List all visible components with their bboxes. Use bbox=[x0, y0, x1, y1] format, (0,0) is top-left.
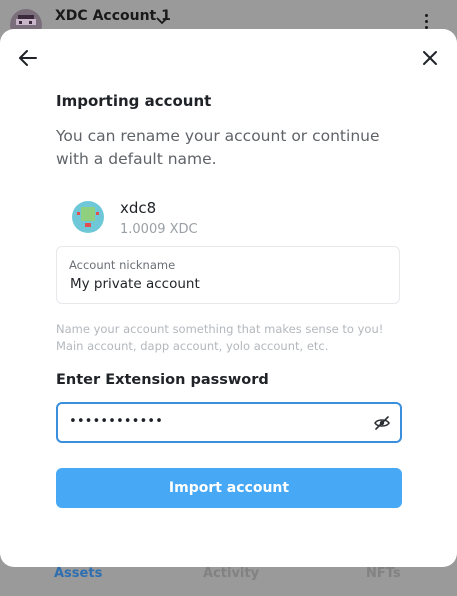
chevron-down-icon[interactable] bbox=[156, 14, 168, 28]
imported-account-name: xdc8 bbox=[120, 199, 157, 217]
close-icon bbox=[423, 51, 437, 65]
import-account-button[interactable]: Import account bbox=[56, 468, 402, 508]
back-button[interactable] bbox=[14, 44, 42, 72]
close-button[interactable] bbox=[416, 44, 444, 72]
page-title: Importing account bbox=[56, 92, 212, 110]
password-input[interactable] bbox=[69, 414, 359, 429]
imported-account-balance: 1.0009 XDC bbox=[120, 222, 198, 237]
account-selector-label[interactable]: XDC Account 1 bbox=[55, 8, 171, 24]
password-field[interactable] bbox=[56, 402, 402, 443]
import-account-modal: Importing account You can rename your ac… bbox=[0, 29, 457, 567]
nickname-label: Account nickname bbox=[69, 258, 176, 272]
password-label: Enter Extension password bbox=[56, 372, 269, 388]
tab-assets[interactable]: Assets bbox=[54, 566, 102, 581]
page-subtitle: You can rename your account or continue … bbox=[56, 127, 380, 168]
nickname-hint: Name your account something that makes s… bbox=[56, 322, 384, 353]
imported-account-avatar bbox=[72, 201, 104, 233]
nickname-input[interactable] bbox=[70, 276, 380, 292]
tab-nfts[interactable]: NFTs bbox=[366, 566, 401, 581]
nickname-field[interactable]: Account nickname bbox=[56, 246, 400, 304]
tab-activity[interactable]: Activity bbox=[203, 566, 259, 581]
eye-slash-icon[interactable] bbox=[373, 414, 391, 432]
arrow-left-icon bbox=[19, 50, 37, 66]
